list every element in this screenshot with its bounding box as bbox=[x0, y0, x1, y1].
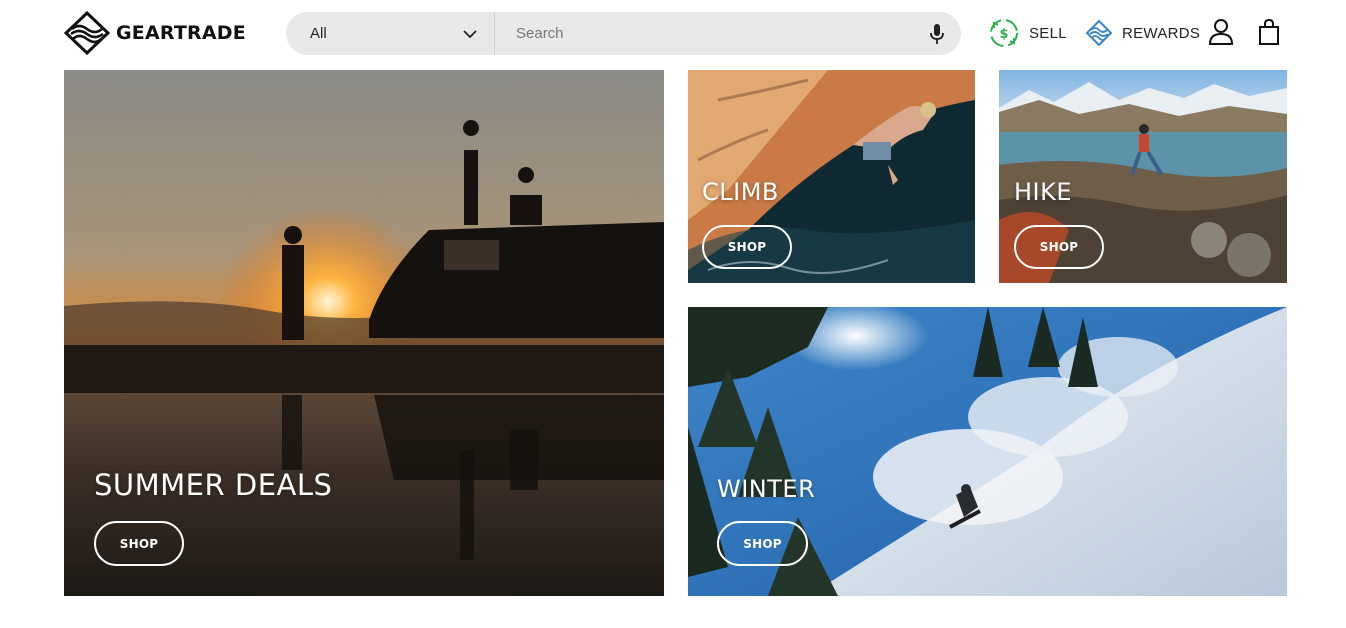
wave-diamond-icon bbox=[1085, 19, 1113, 47]
cart-button[interactable] bbox=[1254, 17, 1284, 47]
search-bar: All bbox=[286, 12, 961, 55]
climb-tile[interactable]: CLIMB SHOP bbox=[688, 70, 975, 283]
sell-label: SELL bbox=[1029, 24, 1067, 42]
user-icon bbox=[1208, 19, 1234, 45]
shopping-bag-icon bbox=[1259, 18, 1279, 45]
chevron-down-icon bbox=[463, 29, 477, 38]
hike-shop-button[interactable]: SHOP bbox=[1014, 225, 1104, 269]
rewards-link[interactable]: REWARDS bbox=[1085, 16, 1200, 50]
category-select[interactable]: All bbox=[286, 12, 495, 55]
summer-deals-shop-button[interactable]: SHOP bbox=[94, 521, 184, 566]
brand-logo[interactable]: GEARTRADE bbox=[64, 11, 246, 55]
summer-deals-tile[interactable]: SUMMER DEALS SHOP bbox=[64, 70, 664, 596]
category-select-value: All bbox=[310, 25, 327, 42]
hike-tile[interactable]: HIKE SHOP bbox=[999, 70, 1287, 283]
rewards-label: REWARDS bbox=[1122, 24, 1201, 42]
account-button[interactable] bbox=[1206, 17, 1236, 47]
winter-shop-button[interactable]: SHOP bbox=[717, 521, 808, 566]
recycle-arrows-icon: $ bbox=[990, 19, 1018, 47]
sunset-van-image bbox=[64, 70, 664, 596]
wave-diamond-logo-icon bbox=[64, 11, 110, 55]
climb-title: CLIMB bbox=[702, 178, 779, 206]
winter-tile[interactable]: WINTER SHOP bbox=[688, 307, 1287, 596]
voice-search-button[interactable] bbox=[913, 12, 961, 55]
hike-title: HIKE bbox=[1014, 178, 1073, 206]
sell-link[interactable]: $ SELL bbox=[988, 16, 1067, 50]
winter-title: WINTER bbox=[717, 475, 816, 503]
site-header: GEARTRADE All $ SELL bbox=[0, 0, 1346, 66]
svg-text:$: $ bbox=[999, 27, 1008, 42]
search-input[interactable] bbox=[495, 12, 913, 55]
climb-shop-button[interactable]: SHOP bbox=[702, 225, 792, 269]
summer-deals-title: SUMMER DEALS bbox=[94, 468, 333, 502]
brand-name: GEARTRADE bbox=[116, 22, 246, 44]
microphone-icon bbox=[930, 23, 944, 44]
